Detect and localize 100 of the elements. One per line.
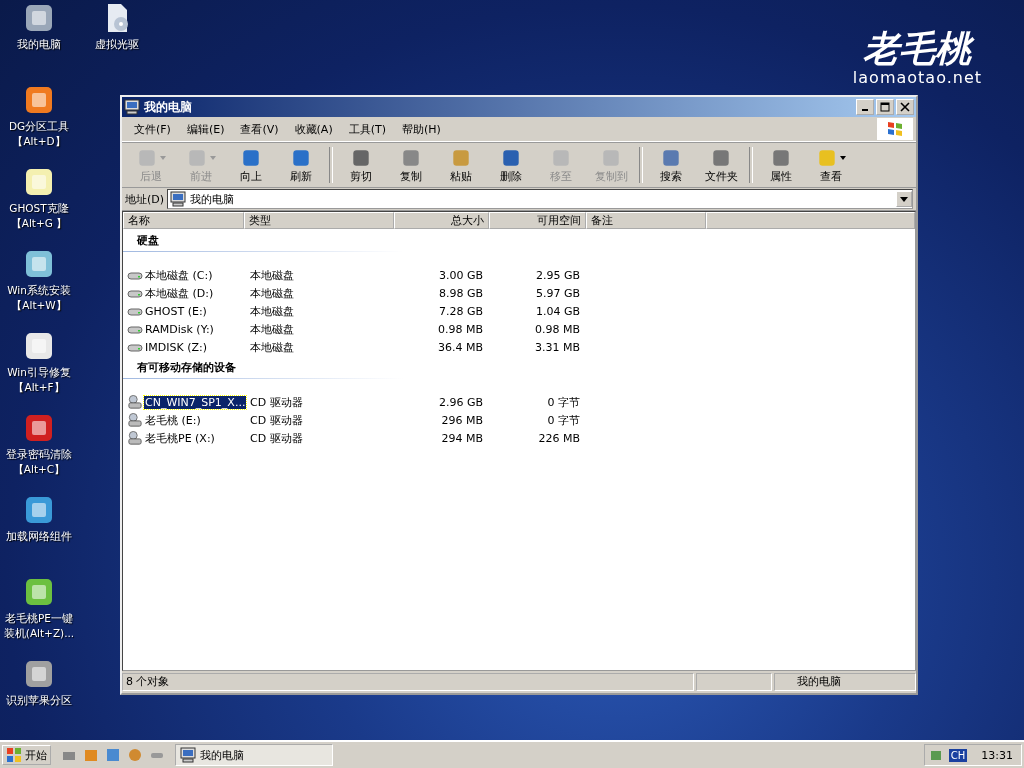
taskbar-task[interactable]: 我的电脑 — [175, 744, 333, 766]
dropdown-button[interactable] — [896, 191, 912, 207]
toolbar-button[interactable]: 粘贴 — [436, 145, 486, 185]
maximize-icon — [879, 102, 891, 112]
maximize-button[interactable] — [876, 99, 894, 115]
drive-name: CN_WIN7_SP1_X... — [144, 395, 247, 409]
table-cell-text: 36.4 MB — [436, 340, 484, 354]
drive-row[interactable]: 老毛桃PE (X:) CD 驱动器 294 MB 226 MB — [123, 429, 915, 447]
status-location: 我的电脑 — [774, 673, 916, 691]
shortcut-icon — [23, 330, 55, 362]
group-header: 有可移动存储的设备 — [136, 360, 237, 376]
drive-row[interactable]: 本地磁盘 (C:) 本地磁盘 3.00 GB 2.95 GB — [123, 266, 915, 284]
drive-row[interactable]: GHOST (E:) 本地磁盘 7.28 GB 1.04 GB — [123, 302, 915, 320]
shortcut-icon — [23, 494, 55, 526]
drive-row[interactable]: 老毛桃 (E:) CD 驱动器 296 MB 0 字节 — [123, 411, 915, 429]
toolbar-button[interactable]: 向上 — [226, 145, 276, 185]
shortcut-icon — [23, 84, 55, 116]
toolbar-button[interactable]: 查看 — [806, 145, 856, 185]
table-cell-text: 3.00 GB — [437, 268, 484, 282]
clock: 13:31 — [981, 748, 1013, 762]
column-header[interactable]: 可用空间 — [489, 212, 586, 229]
caret-icon — [210, 155, 216, 160]
window-title: 我的电脑 — [144, 98, 192, 116]
shortcut-icon — [23, 412, 55, 444]
table-cell-text: 本地磁盘 — [249, 303, 295, 319]
toolbar-button[interactable]: 复制 — [386, 145, 436, 185]
caret-icon — [900, 196, 908, 202]
column-header[interactable]: 备注 — [586, 212, 706, 229]
menu-item[interactable]: 工具(T) — [340, 121, 394, 137]
drive-row[interactable]: IMDISK (Z:) 本地磁盘 36.4 MB 3.31 MB — [123, 338, 915, 356]
drive-name: GHOST (E:) — [144, 304, 208, 318]
toolbar-button[interactable]: 刷新 — [276, 145, 326, 185]
desktop-shortcut[interactable]: 登录密码清除 【Alt+C】 — [0, 410, 78, 492]
table-cell-text: 2.96 GB — [437, 395, 484, 409]
drive-name: 老毛桃 (E:) — [144, 412, 202, 428]
table-cell-text: 本地磁盘 — [249, 285, 295, 301]
menu-item[interactable]: 查看(V) — [232, 121, 287, 137]
start-button[interactable]: 开始 — [2, 745, 51, 765]
menu-item[interactable]: 帮助(H) — [394, 121, 449, 137]
computer-icon — [124, 99, 140, 115]
minimize-icon — [862, 109, 868, 111]
toolbar-button[interactable]: 文件夹 — [696, 145, 746, 185]
table-cell-text: 226 MB — [537, 431, 581, 445]
quicklaunch-icon[interactable] — [83, 747, 99, 763]
caret-icon — [160, 155, 166, 160]
desktop-shortcut[interactable]: GHOST克隆 【Alt+G 】 — [0, 164, 78, 246]
table-cell-text: 3.31 MB — [533, 340, 581, 354]
desktop-shortcut[interactable]: Win系统安装 【Alt+W】 — [0, 246, 78, 328]
desktop-shortcut[interactable]: 加载网络组件 — [0, 492, 78, 574]
drive-name: RAMDisk (Y:) — [144, 322, 215, 336]
menu-item[interactable]: 文件(F) — [126, 121, 179, 137]
desktop-shortcut[interactable]: 识别苹果分区 — [0, 656, 78, 738]
desktop-shortcut[interactable]: DG分区工具 【Alt+D】 — [0, 82, 78, 164]
desktop-shortcut[interactable]: Win引导修复 【Alt+F】 — [0, 328, 78, 410]
logo-url: laomaotao.net — [852, 68, 982, 87]
table-cell-text: 本地磁盘 — [249, 267, 295, 283]
group-header: 硬盘 — [136, 233, 160, 249]
table-cell-text: CD 驱动器 — [249, 394, 304, 410]
table-cell-text: 294 MB — [440, 431, 484, 445]
table-cell-text: 0.98 MB — [436, 322, 484, 336]
drive-row[interactable]: 本地磁盘 (D:) 本地磁盘 8.98 GB 5.97 GB — [123, 284, 915, 302]
quicklaunch-icon[interactable] — [105, 747, 121, 763]
drive-row[interactable]: CN_WIN7_SP1_X... CD 驱动器 2.96 GB 0 字节 — [123, 393, 915, 411]
menu-item[interactable]: 收藏(A) — [286, 121, 341, 137]
table-cell-text: 本地磁盘 — [249, 321, 295, 337]
column-header[interactable]: 名称 — [123, 212, 244, 229]
grid-icon — [6, 747, 22, 763]
table-cell-text: CD 驱动器 — [249, 412, 304, 428]
shortcut-icon — [23, 576, 55, 608]
table-cell-text: 0 字节 — [546, 394, 581, 410]
menu-item[interactable]: 编辑(E) — [178, 121, 233, 137]
column-header[interactable]: 类型 — [244, 212, 394, 229]
address-field[interactable]: 我的电脑 — [167, 189, 913, 209]
caret-icon — [840, 155, 846, 160]
close-icon — [899, 102, 911, 112]
desktop-shortcut[interactable]: 我的电脑 — [0, 0, 78, 82]
toolbar-button[interactable]: 删除 — [486, 145, 536, 185]
minimize-button[interactable] — [856, 99, 874, 115]
desktop-shortcut[interactable]: 老毛桃PE一键装机(Alt+Z)... — [0, 574, 78, 656]
drive-name: 本地磁盘 (C:) — [144, 267, 214, 283]
shortcut-icon — [23, 248, 55, 280]
table-cell-text: 本地磁盘 — [249, 339, 295, 355]
quicklaunch-icon[interactable] — [127, 747, 143, 763]
drive-row[interactable]: RAMDisk (Y:) 本地磁盘 0.98 MB 0.98 MB — [123, 320, 915, 338]
close-button[interactable] — [896, 99, 914, 115]
toolbar-button[interactable]: 剪切 — [336, 145, 386, 185]
table-cell-text: 8.98 GB — [437, 286, 484, 300]
toolbar-button[interactable]: 搜索 — [646, 145, 696, 185]
input-method-button[interactable]: CH — [948, 748, 968, 762]
table-cell-text: 296 MB — [440, 413, 484, 427]
computer-icon — [180, 747, 196, 763]
computer-icon — [170, 191, 187, 207]
table-cell-text: 7.28 GB — [437, 304, 484, 318]
table-cell-text: 2.95 GB — [534, 268, 581, 282]
toolbar-button[interactable]: 属性 — [756, 145, 806, 185]
shortcut-icon — [23, 658, 55, 690]
desktop-shortcut[interactable]: 虚拟光驱 — [78, 0, 156, 82]
drive-name: 老毛桃PE (X:) — [144, 430, 216, 446]
table-cell-text: CD 驱动器 — [249, 430, 304, 446]
column-header[interactable]: 总大小 — [394, 212, 489, 229]
